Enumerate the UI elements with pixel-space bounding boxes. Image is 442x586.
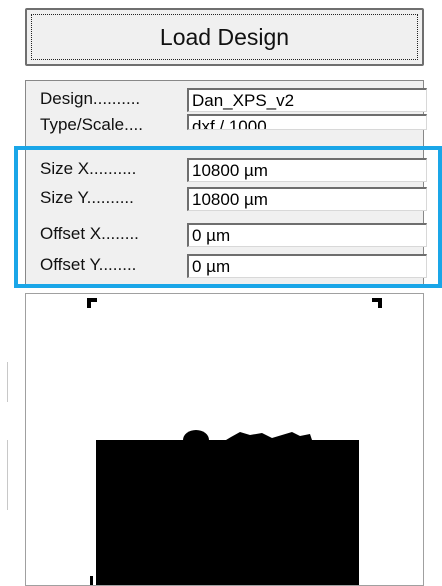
design-label: Design.......... bbox=[40, 89, 141, 108]
size-x-row: Size X.......... 10800 µm bbox=[26, 156, 427, 183]
type-scale-row: Type/Scale.... dxf / 1000 bbox=[26, 112, 427, 139]
design-row: Design.......... Dan_XPS_v2 bbox=[26, 86, 427, 113]
size-y-label: Size Y.......... bbox=[40, 188, 134, 207]
design-bump bbox=[183, 430, 209, 450]
offset-x-label: Offset X........ bbox=[40, 224, 139, 243]
corner-mark-top-left bbox=[87, 298, 91, 308]
left-tick-mark bbox=[7, 362, 8, 402]
type-scale-field[interactable]: dxf / 1000 bbox=[187, 114, 427, 130]
size-y-row: Size Y.......... 10800 µm bbox=[26, 185, 427, 212]
load-design-button[interactable]: Load Design bbox=[25, 8, 424, 66]
design-field[interactable]: Dan_XPS_v2 bbox=[187, 88, 427, 112]
load-design-label: Load Design bbox=[31, 14, 418, 60]
design-shape bbox=[96, 432, 359, 585]
left-margin bbox=[0, 0, 16, 586]
offset-x-row: Offset X........ 0 µm bbox=[26, 221, 427, 248]
design-info-panel: Design.......... Dan_XPS_v2 Type/Scale..… bbox=[25, 80, 427, 286]
design-preview-canvas bbox=[87, 298, 382, 585]
type-scale-label: Type/Scale.... bbox=[40, 115, 143, 134]
size-y-field[interactable]: 10800 µm bbox=[187, 187, 427, 211]
corner-mark-bottom-left bbox=[90, 576, 93, 585]
design-preview bbox=[25, 293, 424, 586]
size-x-label: Size X.......... bbox=[40, 159, 137, 178]
size-x-field[interactable]: 10800 µm bbox=[187, 158, 427, 182]
left-tick-mark bbox=[7, 440, 8, 510]
offset-x-field[interactable]: 0 µm bbox=[187, 223, 427, 247]
offset-y-field[interactable]: 0 µm bbox=[187, 254, 427, 278]
offset-y-label: Offset Y........ bbox=[40, 255, 137, 274]
offset-y-row: Offset Y........ 0 µm bbox=[26, 252, 427, 279]
corner-mark-top-right bbox=[378, 298, 382, 308]
